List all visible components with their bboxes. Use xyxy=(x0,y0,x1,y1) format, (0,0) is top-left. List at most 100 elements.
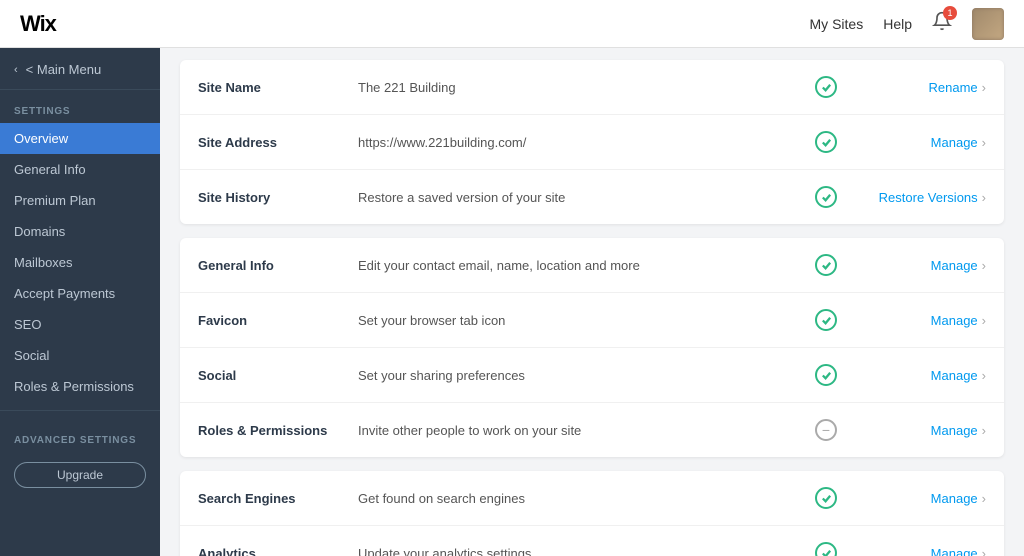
wix-logo: Wix xyxy=(20,11,56,37)
notifications-bell[interactable]: 1 xyxy=(932,11,952,36)
help-link[interactable]: Help xyxy=(883,16,912,32)
search-engines-row: Search Engines Get found on search engin… xyxy=(180,471,1004,526)
main-menu-label: < Main Menu xyxy=(26,62,102,77)
sidebar-item-roles-permissions[interactable]: Roles & Permissions xyxy=(0,371,160,402)
roles-permissions-desc: Invite other people to work on your site xyxy=(358,423,796,438)
favicon-row: Favicon Set your browser tab icon Manage… xyxy=(180,293,1004,348)
search-engines-status xyxy=(796,487,856,509)
notification-badge: 1 xyxy=(943,6,957,20)
site-address-status xyxy=(796,131,856,153)
site-name-action: Rename › xyxy=(856,80,986,95)
sidebar-item-premium-plan[interactable]: Premium Plan xyxy=(0,185,160,216)
search-engines-manage-button[interactable]: Manage xyxy=(931,491,978,506)
general-info-desc: Edit your contact email, name, location … xyxy=(358,258,796,273)
favicon-action: Manage › xyxy=(856,313,986,328)
check-circle-icon xyxy=(815,186,837,208)
general-info-row: General Info Edit your contact email, na… xyxy=(180,238,1004,293)
site-history-row: Site History Restore a saved version of … xyxy=(180,170,1004,224)
general-info-manage-button[interactable]: Manage xyxy=(931,258,978,273)
site-history-label: Site History xyxy=(198,190,358,205)
analytics-action: Manage › xyxy=(856,546,986,556)
row-chevron-icon: › xyxy=(982,135,986,150)
check-circle-icon xyxy=(815,309,837,331)
search-engines-action: Manage › xyxy=(856,491,986,506)
site-address-action: Manage › xyxy=(856,135,986,150)
advanced-settings-section-label: ADVANCED SETTINGS xyxy=(0,419,160,452)
my-sites-link[interactable]: My Sites xyxy=(810,16,864,32)
social-action: Manage › xyxy=(856,368,986,383)
general-info-action: Manage › xyxy=(856,258,986,273)
favicon-label: Favicon xyxy=(198,313,358,328)
social-label: Social xyxy=(198,368,358,383)
main-content: Site Name The 221 Building Rename › Site… xyxy=(160,48,1024,556)
topnav-right: My Sites Help 1 xyxy=(810,8,1004,40)
row-chevron-icon: › xyxy=(982,546,986,556)
check-circle-icon xyxy=(815,364,837,386)
sidebar-item-mailboxes[interactable]: Mailboxes xyxy=(0,247,160,278)
row-chevron-icon: › xyxy=(982,368,986,383)
site-name-status xyxy=(796,76,856,98)
site-name-label: Site Name xyxy=(198,80,358,95)
search-engines-desc: Get found on search engines xyxy=(358,491,796,506)
check-circle-icon xyxy=(815,542,837,556)
analytics-manage-button[interactable]: Manage xyxy=(931,546,978,556)
social-manage-button[interactable]: Manage xyxy=(931,368,978,383)
check-circle-icon xyxy=(815,254,837,276)
chevron-left-icon: ‹ xyxy=(14,64,18,76)
site-info-card: Site Name The 221 Building Rename › Site… xyxy=(180,60,1004,224)
sidebar-item-overview[interactable]: Overview xyxy=(0,123,160,154)
analytics-row: Analytics Update your analytics settings… xyxy=(180,526,1004,556)
general-info-status xyxy=(796,254,856,276)
social-status xyxy=(796,364,856,386)
check-circle-icon xyxy=(815,131,837,153)
site-history-action: Restore Versions › xyxy=(856,190,986,205)
favicon-status xyxy=(796,309,856,331)
sidebar-item-general-info[interactable]: General Info xyxy=(0,154,160,185)
site-history-desc: Restore a saved version of your site xyxy=(358,190,796,205)
site-address-label: Site Address xyxy=(198,135,358,150)
general-settings-card: General Info Edit your contact email, na… xyxy=(180,238,1004,457)
favicon-manage-button[interactable]: Manage xyxy=(931,313,978,328)
roles-permissions-action: Manage › xyxy=(856,423,986,438)
row-chevron-icon: › xyxy=(982,313,986,328)
row-chevron-icon: › xyxy=(982,190,986,205)
row-chevron-icon: › xyxy=(982,491,986,506)
roles-permissions-status xyxy=(796,419,856,441)
site-address-manage-button[interactable]: Manage xyxy=(931,135,978,150)
rename-button[interactable]: Rename xyxy=(929,80,978,95)
advanced-settings-card: Search Engines Get found on search engin… xyxy=(180,471,1004,556)
roles-permissions-row: Roles & Permissions Invite other people … xyxy=(180,403,1004,457)
sidebar-item-accept-payments[interactable]: Accept Payments xyxy=(0,278,160,309)
row-chevron-icon: › xyxy=(982,80,986,95)
row-chevron-icon: › xyxy=(982,258,986,273)
upgrade-button[interactable]: Upgrade xyxy=(14,462,146,488)
main-menu-link[interactable]: ‹ < Main Menu xyxy=(0,48,160,90)
site-name-row: Site Name The 221 Building Rename › xyxy=(180,60,1004,115)
site-history-status xyxy=(796,186,856,208)
main-layout: ‹ < Main Menu SETTINGS Overview General … xyxy=(0,48,1024,556)
restore-versions-button[interactable]: Restore Versions xyxy=(879,190,978,205)
roles-permissions-manage-button[interactable]: Manage xyxy=(931,423,978,438)
analytics-status xyxy=(796,542,856,556)
analytics-desc: Update your analytics settings xyxy=(358,546,796,556)
sidebar-item-domains[interactable]: Domains xyxy=(0,216,160,247)
site-address-desc: https://www.221building.com/ xyxy=(358,135,796,150)
search-engines-label: Search Engines xyxy=(198,491,358,506)
site-address-row: Site Address https://www.221building.com… xyxy=(180,115,1004,170)
sidebar-divider xyxy=(0,410,160,411)
sidebar-item-social[interactable]: Social xyxy=(0,340,160,371)
general-info-label: General Info xyxy=(198,258,358,273)
check-circle-icon xyxy=(815,487,837,509)
social-row: Social Set your sharing preferences Mana… xyxy=(180,348,1004,403)
sidebar-item-seo[interactable]: SEO xyxy=(0,309,160,340)
social-desc: Set your sharing preferences xyxy=(358,368,796,383)
row-chevron-icon: › xyxy=(982,423,986,438)
settings-section-label: SETTINGS xyxy=(0,90,160,123)
favicon-desc: Set your browser tab icon xyxy=(358,313,796,328)
analytics-label: Analytics xyxy=(198,546,358,556)
top-navigation: Wix My Sites Help 1 xyxy=(0,0,1024,48)
roles-permissions-label: Roles & Permissions xyxy=(198,423,358,438)
check-circle-icon xyxy=(815,76,837,98)
site-name-desc: The 221 Building xyxy=(358,80,796,95)
user-avatar[interactable] xyxy=(972,8,1004,40)
